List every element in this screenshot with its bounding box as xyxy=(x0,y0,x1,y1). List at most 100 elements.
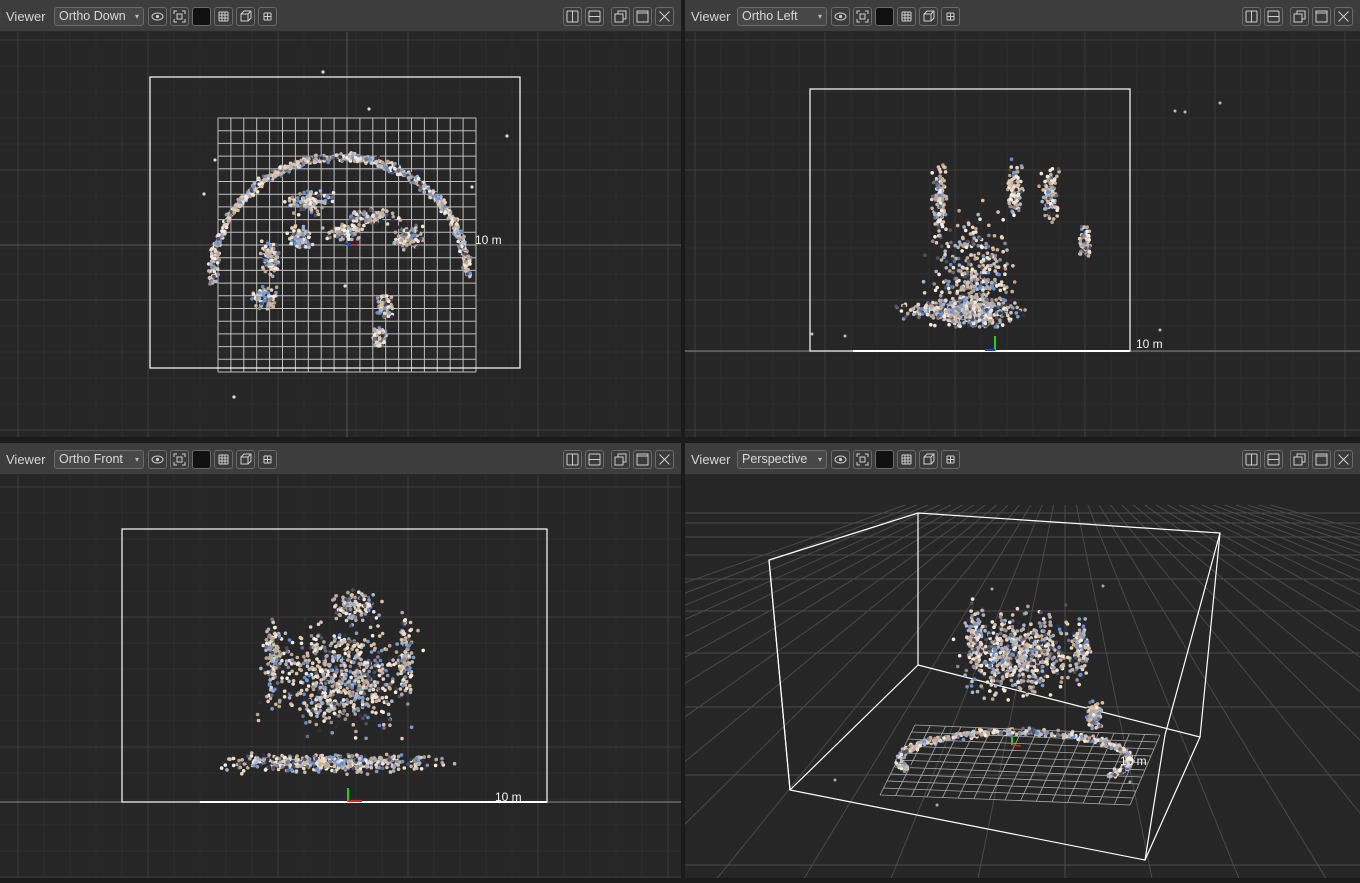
close-button[interactable] xyxy=(655,450,674,469)
viewer-toolbar: Viewer Perspective ▾ xyxy=(685,443,1360,475)
viewport-canvas[interactable] xyxy=(0,32,681,437)
box-toggle-icon[interactable] xyxy=(236,7,255,26)
maximize-icon xyxy=(1315,453,1328,466)
scale-label: 10 m xyxy=(1136,337,1163,351)
viewer-title: Viewer xyxy=(6,9,46,24)
background-color-button[interactable] xyxy=(192,7,211,26)
split-vertical-button[interactable] xyxy=(563,450,582,469)
view-mode-value: Ortho Front xyxy=(59,452,123,466)
grid-toggle-icon[interactable] xyxy=(897,7,916,26)
restore-icon xyxy=(1293,453,1306,466)
close-button[interactable] xyxy=(655,7,674,26)
chevron-down-icon: ▾ xyxy=(134,455,139,464)
small-grid-icon[interactable] xyxy=(258,450,277,469)
maximize-button[interactable] xyxy=(633,450,652,469)
eye-icon[interactable] xyxy=(148,7,167,26)
viewer-panel-ortho-left: Viewer Ortho Left ▾ 10 m xyxy=(685,0,1360,437)
view-mode-select[interactable]: Perspective ▾ xyxy=(737,450,827,469)
viewport-canvas[interactable] xyxy=(685,475,1360,878)
viewport-3d[interactable]: 10 m xyxy=(685,32,1360,437)
restore-button[interactable] xyxy=(1290,450,1309,469)
restore-button[interactable] xyxy=(611,7,630,26)
fit-view-icon[interactable] xyxy=(853,450,872,469)
close-button[interactable] xyxy=(1334,7,1353,26)
split-horizontal-icon xyxy=(1267,453,1280,466)
viewer-panel-ortho-down: Viewer Ortho Down ▾ 10 m xyxy=(0,0,681,437)
view-mode-value: Ortho Left xyxy=(742,9,798,23)
close-icon xyxy=(659,454,670,465)
fit-view-icon[interactable] xyxy=(170,7,189,26)
chevron-down-icon: ▾ xyxy=(817,12,822,21)
viewer-title: Viewer xyxy=(6,452,46,467)
split-vertical-icon xyxy=(566,10,579,23)
view-mode-select[interactable]: Ortho Left ▾ xyxy=(737,7,827,26)
view-mode-select[interactable]: Ortho Down ▾ xyxy=(54,7,144,26)
point-cloud xyxy=(219,588,457,776)
eye-icon[interactable] xyxy=(148,450,167,469)
maximize-button[interactable] xyxy=(1312,7,1331,26)
small-grid-icon[interactable] xyxy=(258,7,277,26)
viewer-toolbar: Viewer Ortho Left ▾ xyxy=(685,0,1360,32)
small-grid-icon[interactable] xyxy=(941,7,960,26)
point-cloud xyxy=(810,101,1222,338)
maximize-icon xyxy=(1315,10,1328,23)
split-horizontal-button[interactable] xyxy=(585,7,604,26)
box-toggle-icon[interactable] xyxy=(919,450,938,469)
scale-label: 10 m xyxy=(1120,754,1147,768)
maximize-button[interactable] xyxy=(633,7,652,26)
close-icon xyxy=(659,11,670,22)
horizontal-splitter[interactable] xyxy=(0,437,1360,443)
eye-icon[interactable] xyxy=(831,450,850,469)
viewer-toolbar: Viewer Ortho Down ▾ xyxy=(0,0,681,32)
split-horizontal-button[interactable] xyxy=(585,450,604,469)
close-icon xyxy=(1338,454,1349,465)
viewport-3d[interactable]: 10 m xyxy=(0,475,681,878)
maximize-button[interactable] xyxy=(1312,450,1331,469)
maximize-icon xyxy=(636,10,649,23)
view-mode-value: Ortho Down xyxy=(59,9,126,23)
fit-view-icon[interactable] xyxy=(170,450,189,469)
eye-icon[interactable] xyxy=(831,7,850,26)
viewport-3d[interactable]: 10 m xyxy=(685,475,1360,878)
viewer-toolbar: Viewer Ortho Front ▾ xyxy=(0,443,681,475)
background-color-button[interactable] xyxy=(192,450,211,469)
restore-icon xyxy=(614,453,627,466)
viewer-title: Viewer xyxy=(691,9,731,24)
split-horizontal-button[interactable] xyxy=(1264,7,1283,26)
grid-toggle-icon[interactable] xyxy=(897,450,916,469)
restore-icon xyxy=(614,10,627,23)
split-horizontal-icon xyxy=(588,453,601,466)
viewer-panel-ortho-front: Viewer Ortho Front ▾ 10 m xyxy=(0,443,681,878)
grid-toggle-icon[interactable] xyxy=(214,450,233,469)
split-vertical-button[interactable] xyxy=(1242,450,1261,469)
scale-label: 10 m xyxy=(495,790,522,804)
chevron-down-icon: ▾ xyxy=(134,12,139,21)
split-vertical-button[interactable] xyxy=(1242,7,1261,26)
restore-button[interactable] xyxy=(611,450,630,469)
point-cloud xyxy=(833,584,1136,807)
box-toggle-icon[interactable] xyxy=(919,7,938,26)
background-color-button[interactable] xyxy=(875,7,894,26)
split-vertical-button[interactable] xyxy=(563,7,582,26)
scale-label: 10 m xyxy=(475,233,502,247)
split-horizontal-icon xyxy=(1267,10,1280,23)
background-color-button[interactable] xyxy=(875,450,894,469)
chevron-down-icon: ▾ xyxy=(817,455,822,464)
viewport-canvas[interactable] xyxy=(0,475,681,878)
view-mode-select[interactable]: Ortho Front ▾ xyxy=(54,450,144,469)
close-icon xyxy=(1338,11,1349,22)
split-horizontal-button[interactable] xyxy=(1264,450,1283,469)
split-vertical-icon xyxy=(1245,453,1258,466)
restore-button[interactable] xyxy=(1290,7,1309,26)
grid-toggle-icon[interactable] xyxy=(214,7,233,26)
small-grid-icon[interactable] xyxy=(941,450,960,469)
restore-icon xyxy=(1293,10,1306,23)
close-button[interactable] xyxy=(1334,450,1353,469)
view-mode-value: Perspective xyxy=(742,452,808,466)
viewport-canvas[interactable] xyxy=(685,32,1360,437)
viewport-3d[interactable]: 10 m xyxy=(0,32,681,437)
box-toggle-icon[interactable] xyxy=(236,450,255,469)
split-vertical-icon xyxy=(566,453,579,466)
fit-view-icon[interactable] xyxy=(853,7,872,26)
maximize-icon xyxy=(636,453,649,466)
